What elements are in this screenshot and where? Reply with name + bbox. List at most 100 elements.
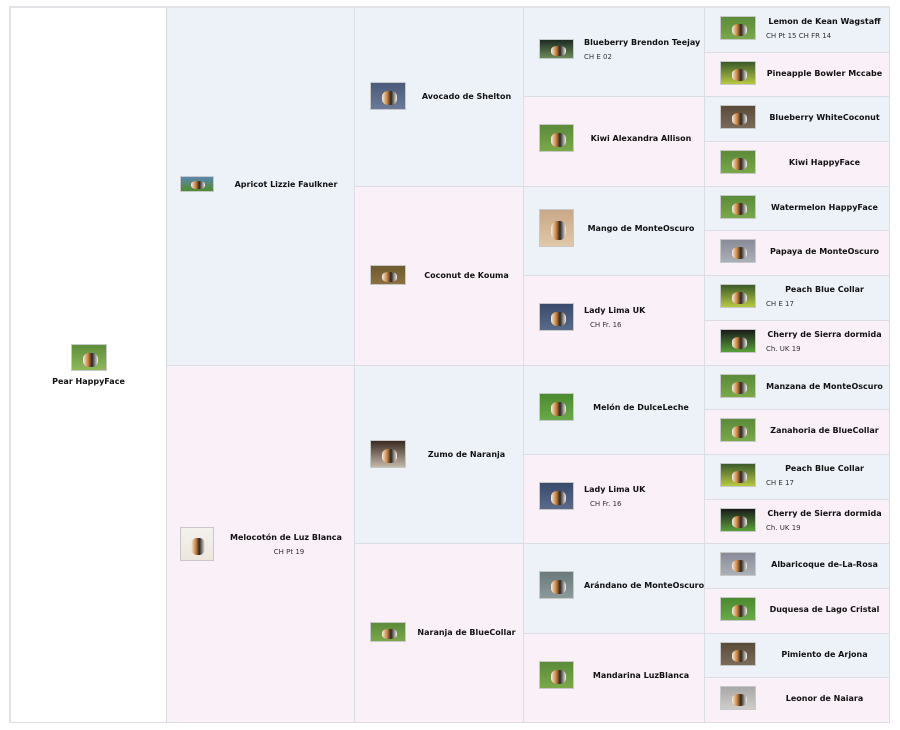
dog-photo[interactable] [720, 463, 756, 487]
pedigree-cell-gen4[interactable]: Cherry de Sierra dormida Ch. UK 19 [705, 321, 890, 366]
dog-entry[interactable]: Pear HappyFace [11, 344, 166, 386]
dog-photo[interactable] [539, 39, 574, 59]
dog-photo[interactable] [720, 418, 756, 442]
dog-photo[interactable] [720, 552, 756, 576]
pedigree-cell-gen3[interactable]: Blueberry Brendon Teejay CH E 02 [524, 8, 705, 97]
dog-entry[interactable]: Mango de MonteOscuro [539, 209, 698, 247]
dog-photo[interactable] [370, 440, 406, 468]
pedigree-cell-gen3[interactable]: Mandarina LuzBlanca [524, 634, 705, 723]
dog-photo[interactable] [720, 508, 756, 532]
dog-entry[interactable]: Lady Lima UK CH Fr. 16 [539, 303, 698, 331]
pedigree-cell-gen4[interactable]: Zanahoria de BlueCollar [705, 410, 890, 455]
dog-name-link[interactable]: Pear HappyFace [52, 377, 125, 386]
dog-entry[interactable]: Kiwi Alexandra Allison [539, 124, 698, 152]
dog-name-link[interactable]: Coconut de Kouma [424, 271, 509, 280]
dog-entry[interactable]: Albaricoque de-La-Rosa [720, 550, 883, 578]
pedigree-cell-gen4[interactable]: Leonor de Naiara [705, 678, 890, 723]
dog-name-link[interactable]: Lemon de Kean Wagstaff [768, 17, 880, 26]
dog-photo[interactable] [720, 239, 756, 263]
dog-entry[interactable]: Papaya de MonteOscuro [720, 237, 883, 265]
dog-photo[interactable] [720, 597, 756, 621]
dog-entry[interactable]: Melón de DulceLeche [539, 393, 698, 421]
dog-entry[interactable]: Mandarina LuzBlanca [539, 661, 698, 689]
pedigree-cell-root[interactable]: Pear HappyFace [11, 8, 167, 723]
dog-entry[interactable]: Blueberry WhiteCoconut [720, 103, 883, 131]
dog-name-link[interactable]: Manzana de MonteOscuro [766, 382, 883, 391]
dog-entry[interactable]: Peach Blue Collar CH E 17 [720, 461, 883, 489]
dog-name-link[interactable]: Papaya de MonteOscuro [770, 247, 879, 256]
pedigree-cell-gen1[interactable]: Melocotón de Luz Blanca CH Pt 19 [167, 366, 355, 723]
dog-name-link[interactable]: Arándano de MonteOscuro [584, 581, 704, 590]
pedigree-cell-gen4[interactable]: Lemon de Kean Wagstaff CH Pt 15 CH FR 14 [705, 8, 890, 53]
dog-name-link[interactable]: Blueberry Brendon Teejay [584, 38, 700, 47]
pedigree-cell-gen4[interactable]: Duquesa de Lago Cristal [705, 589, 890, 634]
pedigree-cell-gen4[interactable]: Cherry de Sierra dormida Ch. UK 19 [705, 500, 890, 544]
dog-photo[interactable] [720, 150, 756, 174]
dog-name-link[interactable]: Kiwi HappyFace [789, 158, 860, 167]
dog-photo[interactable] [539, 571, 574, 599]
dog-photo[interactable] [720, 16, 756, 40]
dog-entry[interactable]: Manzana de MonteOscuro [720, 372, 883, 400]
dog-name-link[interactable]: Albaricoque de-La-Rosa [771, 560, 878, 569]
pedigree-cell-gen4[interactable]: Blueberry WhiteCoconut [705, 97, 890, 142]
dog-entry[interactable]: Lemon de Kean Wagstaff CH Pt 15 CH FR 14 [720, 14, 883, 42]
dog-photo[interactable] [720, 61, 756, 85]
dog-name-link[interactable]: Melocotón de Luz Blanca [230, 533, 342, 542]
dog-name-link[interactable]: Blueberry WhiteCoconut [769, 113, 879, 122]
dog-name-link[interactable]: Avocado de Shelton [422, 92, 511, 101]
dog-entry[interactable]: Watermelon HappyFace [720, 193, 883, 221]
dog-photo[interactable] [370, 622, 406, 642]
dog-entry[interactable]: Melocotón de Luz Blanca CH Pt 19 [180, 527, 348, 561]
dog-name-link[interactable]: Zanahoria de BlueCollar [770, 426, 878, 435]
dog-name-link[interactable]: Watermelon HappyFace [771, 203, 878, 212]
dog-photo[interactable] [720, 686, 756, 710]
dog-photo[interactable] [539, 482, 574, 510]
dog-name-link[interactable]: Cherry de Sierra dormida [767, 509, 881, 518]
dog-entry[interactable]: Pineapple Bowler Mccabe [720, 59, 883, 87]
dog-entry[interactable]: Blueberry Brendon Teejay CH E 02 [539, 35, 700, 63]
dog-photo[interactable] [720, 329, 756, 353]
dog-photo[interactable] [720, 284, 756, 308]
dog-name-link[interactable]: Leonor de Naiara [786, 694, 863, 703]
dog-name-link[interactable]: Cherry de Sierra dormida [767, 330, 881, 339]
dog-entry[interactable]: Kiwi HappyFace [720, 148, 883, 176]
pedigree-cell-gen3[interactable]: Mango de MonteOscuro [524, 187, 705, 276]
dog-entry[interactable]: Zanahoria de BlueCollar [720, 416, 883, 444]
pedigree-cell-gen4[interactable]: Pimiento de Arjona [705, 634, 890, 678]
dog-entry[interactable]: Duquesa de Lago Cristal [720, 595, 883, 623]
dog-photo[interactable] [180, 176, 214, 192]
pedigree-cell-gen2[interactable]: Avocado de Shelton [355, 8, 524, 187]
dog-name-link[interactable]: Apricot Lizzie Faulkner [235, 180, 338, 189]
dog-photo[interactable] [70, 344, 107, 371]
pedigree-cell-gen1[interactable]: Apricot Lizzie Faulkner [167, 8, 355, 366]
pedigree-cell-gen4[interactable]: Pineapple Bowler Mccabe [705, 53, 890, 97]
pedigree-cell-gen4[interactable]: Manzana de MonteOscuro [705, 366, 890, 410]
dog-photo[interactable] [720, 374, 756, 398]
pedigree-cell-gen4[interactable]: Peach Blue Collar CH E 17 [705, 276, 890, 321]
dog-name-link[interactable]: Kiwi Alexandra Allison [591, 134, 692, 143]
pedigree-cell-gen4[interactable]: Peach Blue Collar CH E 17 [705, 455, 890, 500]
dog-entry[interactable]: Cherry de Sierra dormida Ch. UK 19 [720, 506, 883, 534]
dog-name-link[interactable]: Peach Blue Collar [785, 285, 864, 294]
dog-name-link[interactable]: Lady Lima UK [584, 485, 645, 494]
pedigree-cell-gen2[interactable]: Coconut de Kouma [355, 187, 524, 366]
dog-photo[interactable] [720, 195, 756, 219]
dog-name-link[interactable]: Mango de MonteOscuro [588, 224, 695, 233]
dog-name-link[interactable]: Pineapple Bowler Mccabe [767, 69, 882, 78]
dog-name-link[interactable]: Zumo de Naranja [428, 450, 505, 459]
pedigree-cell-gen4[interactable]: Kiwi HappyFace [705, 142, 890, 187]
dog-entry[interactable]: Naranja de BlueCollar [370, 618, 517, 646]
dog-photo[interactable] [180, 527, 214, 561]
pedigree-cell-gen3[interactable]: Lady Lima UK CH Fr. 16 [524, 276, 705, 366]
pedigree-cell-gen3[interactable]: Lady Lima UK CH Fr. 16 [524, 455, 705, 544]
pedigree-cell-gen3[interactable]: Melón de DulceLeche [524, 366, 705, 455]
dog-entry[interactable]: Avocado de Shelton [370, 82, 517, 110]
dog-entry[interactable]: Cherry de Sierra dormida Ch. UK 19 [720, 327, 883, 355]
dog-entry[interactable]: Zumo de Naranja [370, 440, 517, 468]
pedigree-cell-gen2[interactable]: Naranja de BlueCollar [355, 544, 524, 723]
dog-photo[interactable] [539, 303, 574, 331]
dog-photo[interactable] [370, 265, 406, 285]
dog-entry[interactable]: Arándano de MonteOscuro [539, 571, 704, 599]
dog-entry[interactable]: Leonor de Naiara [720, 684, 883, 712]
dog-name-link[interactable]: Lady Lima UK [584, 306, 645, 315]
